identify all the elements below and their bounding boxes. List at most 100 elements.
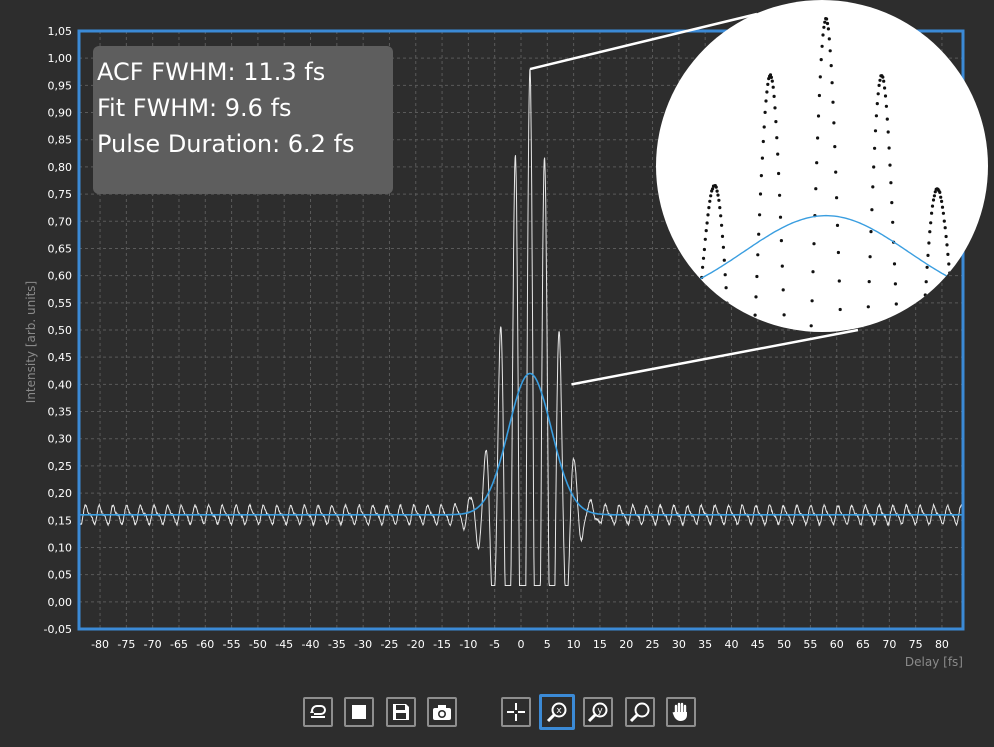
y-tick-label: 0,80 — [48, 161, 73, 174]
inset-acf-point — [694, 333, 697, 336]
inset-acf-point — [708, 199, 712, 203]
inset-acf-point — [790, 351, 793, 354]
inset-acf-point — [820, 44, 824, 48]
inset-acf-point — [656, 267, 657, 271]
stop-button[interactable] — [344, 697, 374, 727]
inset-acf-point — [981, 293, 985, 297]
y-tick-label: 0,50 — [48, 324, 73, 337]
inset-acf-point — [775, 136, 779, 140]
y-tick-label: 0,40 — [48, 378, 73, 391]
zoom-button[interactable] — [625, 697, 655, 727]
inset-acf-point — [903, 351, 906, 354]
inset-acf-point — [833, 145, 837, 149]
crosshair-button[interactable] — [501, 697, 531, 727]
zoom-y-glyph: y — [597, 706, 603, 716]
inset-acf-point — [689, 351, 692, 354]
inset-acf-point — [859, 351, 862, 354]
stop-icon — [352, 705, 366, 719]
inset-acf-point — [805, 351, 808, 354]
inset-acf-point — [926, 253, 930, 257]
inset-acf-point — [691, 350, 694, 353]
inset-acf-point — [967, 351, 970, 354]
x-tick-label: 45 — [751, 638, 765, 651]
inset-acf-point — [910, 351, 913, 354]
x-tick-label: 30 — [672, 638, 686, 651]
inset-acf-point — [970, 351, 973, 354]
inset-acf-point — [919, 351, 922, 354]
y-tick-label: 0,65 — [48, 242, 73, 255]
inset-acf-point — [883, 94, 888, 98]
inset-acf-point — [908, 351, 911, 354]
save-button[interactable] — [386, 697, 416, 727]
inset-acf-point — [802, 351, 805, 354]
inset-acf-point — [987, 273, 988, 277]
inset-acf-point — [669, 307, 673, 311]
y-tick-label: 0,20 — [48, 487, 73, 500]
inset-acf-point — [979, 303, 984, 307]
inset-acf-point — [904, 351, 907, 354]
inset-acf-point — [921, 321, 926, 325]
zoom-y-button[interactable]: y — [583, 697, 613, 727]
inset-acf-point — [909, 351, 912, 354]
inset-acf-point — [943, 226, 947, 230]
zoom-y-icon: y — [587, 702, 608, 723]
inset-acf-point — [847, 351, 850, 354]
inset-acf-point — [697, 304, 701, 308]
x-tick-label: -50 — [249, 638, 267, 651]
inset-acf-point — [976, 322, 980, 326]
inset-acf-point — [978, 308, 983, 312]
inset-acf-point — [888, 163, 892, 167]
inset-acf-point — [680, 351, 683, 354]
inset-acf-point — [810, 299, 814, 303]
inset-acf-point — [762, 125, 766, 129]
inset-acf-point — [950, 289, 954, 294]
inset-acf-point — [816, 136, 820, 140]
inset-acf-point — [969, 351, 972, 354]
x-tick-label: -45 — [275, 638, 293, 651]
zoom-x-button[interactable]: x — [539, 694, 575, 730]
inset-acf-point — [718, 206, 722, 210]
inset-acf-point — [895, 320, 899, 324]
x-tick-label: -65 — [170, 638, 188, 651]
inset-acf-point — [687, 351, 690, 354]
inset-acf-point — [867, 280, 871, 284]
inset-acf-point — [945, 243, 949, 247]
floppy-icon — [393, 704, 409, 720]
inset-acf-point — [829, 64, 833, 68]
snapshot-button[interactable] — [427, 697, 457, 727]
inset-acf-point — [930, 211, 934, 215]
inset-acf-point — [868, 255, 872, 259]
inset-acf-point — [911, 351, 914, 354]
inset-acf-point — [804, 351, 807, 354]
x-tick-label: -10 — [459, 638, 477, 651]
reset-button[interactable] — [303, 697, 333, 727]
inset-acf-point — [924, 280, 928, 284]
inset-acf-point — [865, 349, 868, 352]
inset-acf-point — [834, 170, 838, 174]
inset-acf-point — [799, 351, 802, 354]
inset-acf-point — [754, 295, 758, 299]
inset-acf-point — [659, 265, 663, 269]
inset-acf-point — [778, 215, 783, 219]
inset-acf-point — [948, 271, 952, 275]
inset-acf-point — [704, 229, 708, 233]
inset-acf-point — [942, 219, 946, 223]
inset-acf-point — [857, 351, 860, 354]
inset-acf-point — [720, 223, 724, 227]
inset-acf-point — [836, 250, 841, 255]
y-tick-label: 0,00 — [48, 596, 73, 609]
inset-acf-point — [878, 78, 882, 82]
inset-acf-point — [844, 351, 847, 354]
inset-acf-point — [815, 161, 819, 165]
inset-acf-point — [791, 351, 794, 354]
acf-viewer: -0,05 0,00 0,05 0,10 0,15 0,20 0,25 0,30 0,35 0,4… — [0, 0, 994, 747]
inset-acf-point — [726, 314, 730, 319]
plot-toolbar: x y — [0, 694, 994, 733]
x-tick-label: -30 — [354, 638, 372, 651]
inset-circle — [656, 0, 988, 332]
inset-acf-point — [881, 75, 885, 79]
pan-button[interactable] — [666, 697, 696, 727]
inset-acf-point — [927, 241, 931, 245]
inset-acf-point — [818, 75, 822, 79]
inset-acf-point — [852, 351, 855, 354]
